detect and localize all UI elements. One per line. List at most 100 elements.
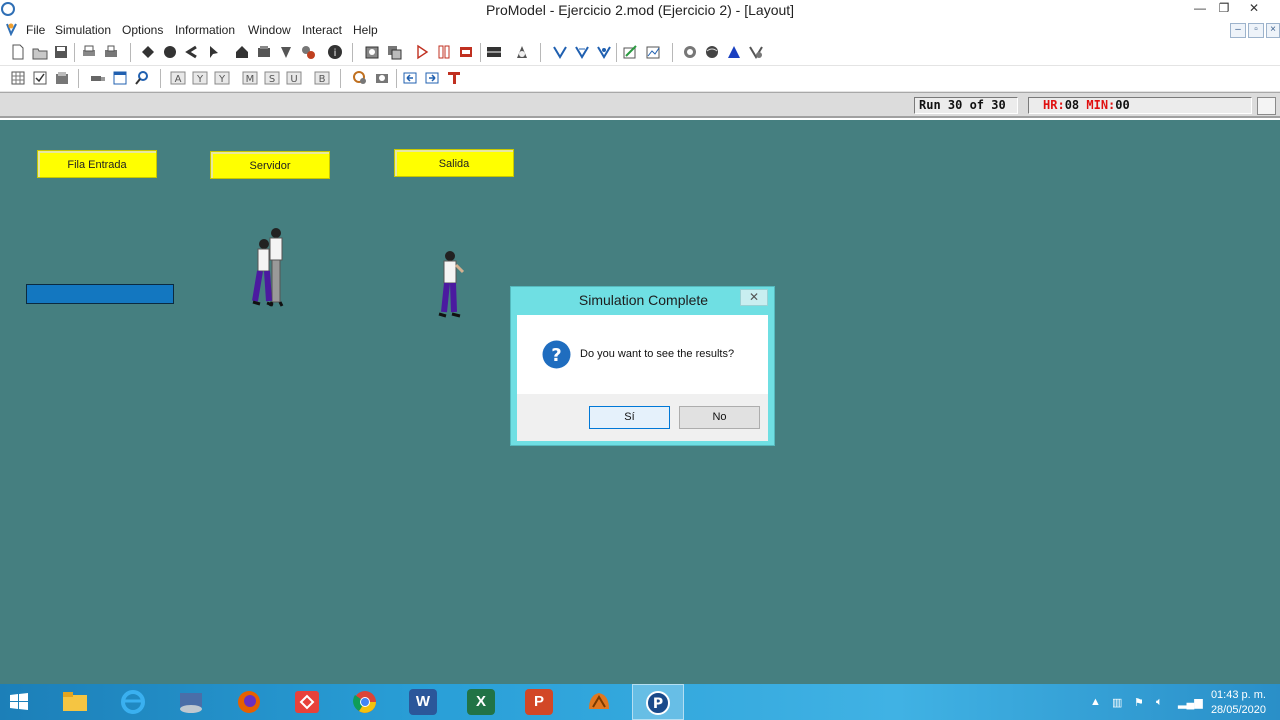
path-networks-icon[interactable] bbox=[184, 44, 200, 60]
text-y2-icon[interactable]: Y bbox=[214, 70, 230, 86]
graphics-icon[interactable] bbox=[514, 44, 530, 60]
mdi-minimize-button[interactable]: – bbox=[1230, 23, 1246, 38]
chart-icon[interactable] bbox=[645, 44, 661, 60]
network-adapter-icon[interactable]: ▥ bbox=[1112, 696, 1126, 709]
window-icon[interactable] bbox=[112, 70, 128, 86]
text-m-icon[interactable]: M bbox=[242, 70, 258, 86]
restore-button[interactable]: ❐ bbox=[1210, 0, 1238, 18]
system-tray: ▲ ▥ ⚑ 🔈︎ ▂▄▆ bbox=[1088, 684, 1203, 720]
show-hidden-icons-icon[interactable]: ▲ bbox=[1090, 696, 1104, 708]
stop-icon[interactable] bbox=[458, 44, 474, 60]
print-setup-icon[interactable] bbox=[103, 44, 119, 60]
doc-menu-icon[interactable] bbox=[5, 22, 18, 36]
queue-location-fila-entrada[interactable] bbox=[26, 284, 174, 304]
find-icon[interactable] bbox=[134, 70, 150, 86]
location-label-salida[interactable]: Salida bbox=[394, 149, 514, 177]
system-clock[interactable]: 01:43 p. m. 28/05/2020 bbox=[1211, 688, 1266, 718]
locations-icon[interactable] bbox=[140, 44, 156, 60]
globe-icon[interactable] bbox=[704, 44, 720, 60]
firefox-icon[interactable] bbox=[224, 684, 276, 720]
print-icon[interactable] bbox=[81, 44, 97, 60]
hour-label: HR: bbox=[1043, 98, 1065, 112]
menu-help[interactable]: Help bbox=[353, 23, 378, 37]
zoom-out-icon[interactable] bbox=[574, 44, 590, 60]
edit-chart-icon[interactable] bbox=[622, 44, 638, 60]
zoom-fit-icon[interactable] bbox=[596, 44, 612, 60]
trace-icon[interactable] bbox=[446, 70, 462, 86]
location-label-servidor[interactable]: Servidor bbox=[210, 151, 330, 179]
triangle-icon[interactable] bbox=[726, 44, 742, 60]
animation-icon[interactable] bbox=[682, 44, 698, 60]
svg-text:Y: Y bbox=[218, 74, 226, 85]
no-button[interactable]: No bbox=[679, 406, 760, 429]
promodel-run-icon[interactable] bbox=[574, 684, 626, 720]
camera-icon[interactable] bbox=[374, 70, 390, 86]
svg-text:i: i bbox=[334, 48, 337, 59]
promodel-icon[interactable]: P bbox=[632, 684, 684, 720]
truck-icon[interactable] bbox=[90, 70, 106, 86]
text-u-icon[interactable]: U bbox=[286, 70, 302, 86]
windows-start-icon[interactable] bbox=[0, 684, 52, 720]
check-icon[interactable] bbox=[32, 70, 48, 86]
run-icon[interactable] bbox=[414, 44, 430, 60]
step-forward-icon[interactable] bbox=[424, 70, 440, 86]
chrome-icon[interactable] bbox=[340, 684, 392, 720]
cycle-icon[interactable] bbox=[352, 70, 368, 86]
menu-simulation[interactable]: Simulation bbox=[55, 23, 111, 37]
entities-icon[interactable] bbox=[162, 44, 178, 60]
tools-icon[interactable] bbox=[748, 44, 764, 60]
dialog-title: Simulation Complete bbox=[578, 292, 709, 308]
scenarios-icon[interactable] bbox=[386, 44, 402, 60]
pause-icon[interactable] bbox=[436, 44, 452, 60]
close-button[interactable]: ✕ bbox=[1240, 0, 1268, 18]
save-icon[interactable] bbox=[53, 44, 69, 60]
menu-window[interactable]: Window bbox=[248, 23, 291, 37]
shifts-icon[interactable] bbox=[278, 44, 294, 60]
word-icon[interactable]: W bbox=[398, 684, 450, 720]
signal-icon[interactable]: ▂▄▆ bbox=[1178, 696, 1203, 709]
grid-icon[interactable] bbox=[10, 70, 26, 86]
text-s-icon[interactable]: S bbox=[264, 70, 280, 86]
entity-figure-salida[interactable] bbox=[436, 250, 468, 320]
windows-taskbar: W X P P ▲ ▥ ⚑ 🔈︎ ▂▄▆ 01:43 p. m. 28/05/2… bbox=[0, 684, 1280, 720]
arrivals-icon[interactable] bbox=[256, 44, 272, 60]
volume-icon[interactable]: 🔈︎ bbox=[1156, 696, 1170, 708]
library-icon[interactable] bbox=[54, 70, 70, 86]
file-explorer-icon[interactable] bbox=[50, 684, 102, 720]
menu-interact[interactable]: Interact bbox=[302, 23, 342, 37]
toolbar-separator bbox=[74, 43, 75, 62]
svg-text:?: ? bbox=[551, 345, 561, 366]
excel-icon[interactable]: X bbox=[456, 684, 508, 720]
results-icon[interactable] bbox=[486, 44, 502, 60]
yes-button[interactable]: Sí bbox=[589, 406, 670, 429]
menu-file[interactable]: File bbox=[26, 23, 45, 37]
text-b-icon[interactable]: B bbox=[314, 70, 330, 86]
open-file-icon[interactable] bbox=[32, 44, 48, 60]
mdi-restore-button[interactable]: ▫ bbox=[1248, 23, 1264, 38]
text-y-icon[interactable]: Y bbox=[192, 70, 208, 86]
word-letter: W bbox=[409, 689, 437, 715]
text-a-icon[interactable]: A bbox=[170, 70, 186, 86]
run-settings-icon[interactable] bbox=[364, 44, 380, 60]
menu-options[interactable]: Options bbox=[122, 23, 163, 37]
main-toolbar: i bbox=[0, 40, 1280, 66]
resources-icon[interactable] bbox=[206, 44, 222, 60]
processing-icon[interactable] bbox=[234, 44, 250, 60]
toolbar-separator bbox=[396, 69, 397, 88]
powerpoint-icon[interactable]: P bbox=[514, 684, 566, 720]
attributes-icon[interactable] bbox=[300, 44, 316, 60]
mdi-close-button[interactable]: × bbox=[1266, 23, 1280, 38]
dialog-close-button[interactable]: ✕ bbox=[740, 289, 768, 306]
remote-app-icon[interactable] bbox=[166, 684, 218, 720]
step-back-icon[interactable] bbox=[402, 70, 418, 86]
internet-explorer-icon[interactable] bbox=[108, 684, 160, 720]
zoom-in-icon[interactable] bbox=[552, 44, 568, 60]
info-icon[interactable]: i bbox=[327, 44, 343, 60]
resource-and-entity-figure[interactable] bbox=[250, 226, 290, 310]
git-app-icon[interactable] bbox=[282, 684, 334, 720]
menu-information[interactable]: Information bbox=[175, 23, 235, 37]
speed-control[interactable] bbox=[1257, 97, 1276, 115]
new-file-icon[interactable] bbox=[10, 44, 26, 60]
location-label-fila-entrada[interactable]: Fila Entrada bbox=[37, 150, 157, 178]
flag-icon[interactable]: ⚑ bbox=[1134, 696, 1148, 709]
